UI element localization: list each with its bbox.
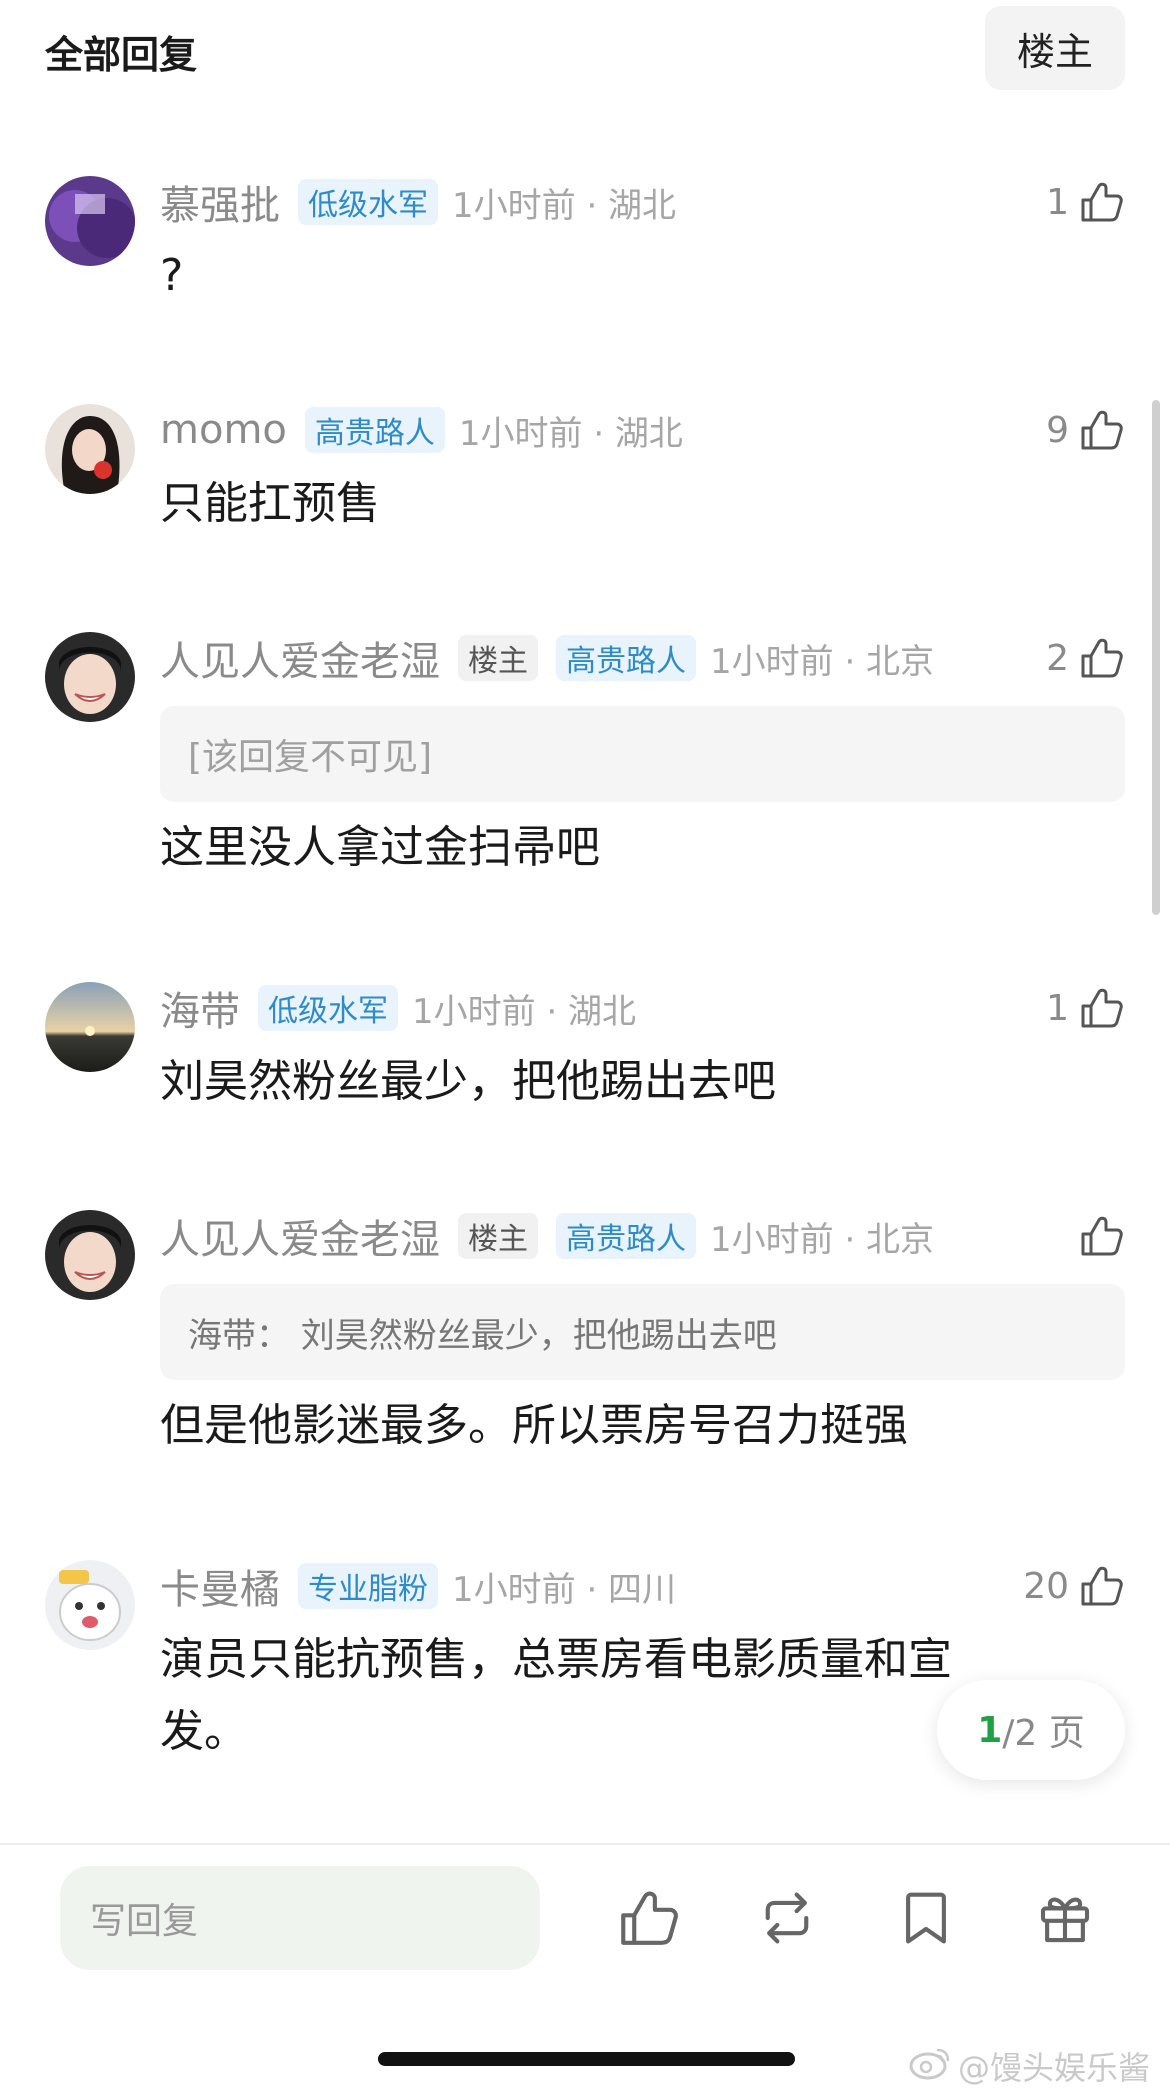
avatar[interactable]	[45, 1560, 135, 1650]
gift-button[interactable]	[1027, 1880, 1103, 1956]
weibo-logo-icon	[908, 2044, 958, 2088]
like-action-button[interactable]	[610, 1880, 686, 1956]
reply-input[interactable]: 写回复	[60, 1866, 540, 1970]
username[interactable]: 人见人爱金老湿	[160, 1207, 440, 1265]
owner-filter-button[interactable]: 楼主	[985, 6, 1125, 90]
like-button[interactable]: 1	[1046, 978, 1125, 1038]
like-count: 20	[1023, 1565, 1069, 1607]
comment-text-line: 演员只能抗预售，总票房看电影质量和宣	[160, 1634, 952, 1685]
username[interactable]: 卡曼橘	[160, 1557, 280, 1615]
like-count: 1	[1046, 181, 1069, 223]
user-badge: 专业脂粉	[298, 1563, 438, 1609]
scrollbar[interactable]	[1152, 400, 1160, 915]
comment-meta: 人见人爱金老湿 楼主 高贵路人 1小时前 · 北京	[160, 628, 934, 688]
avatar[interactable]	[45, 982, 135, 1072]
thumbs-up-icon	[1077, 178, 1125, 226]
thumbs-up-icon	[1077, 1212, 1125, 1260]
bookmark-icon	[893, 1885, 959, 1951]
like-count: 9	[1046, 409, 1069, 451]
header: 全部回复 楼主	[0, 0, 1170, 110]
thumbs-up-icon	[1077, 984, 1125, 1032]
avatar[interactable]	[45, 632, 135, 722]
like-button[interactable]: 9	[1046, 400, 1125, 460]
quoted-reply-text: [该回复不可见]	[188, 737, 433, 778]
home-indicator	[378, 2052, 795, 2066]
page-indicator[interactable]: 1 /2 页	[937, 1680, 1125, 1780]
repost-button[interactable]	[749, 1880, 825, 1956]
quoted-reply[interactable]: 海带： 刘昊然粉丝最少，把他踢出去吧	[160, 1284, 1125, 1380]
thumbs-up-icon	[1077, 406, 1125, 454]
comment-meta: momo 高贵路人 1小时前 · 湖北	[160, 400, 683, 460]
watermark-text: @馒头娱乐酱	[957, 2049, 1150, 2087]
comment-text: ?	[160, 250, 184, 301]
comment-meta: 慕强批 低级水军 1小时前 · 湖北	[160, 172, 676, 232]
thumbs-up-icon	[1077, 1562, 1125, 1610]
repost-icon	[754, 1885, 820, 1951]
bookmark-button[interactable]	[888, 1880, 964, 1956]
page-title: 全部回复	[45, 33, 198, 77]
avatar[interactable]	[45, 404, 135, 494]
timestamp-location: 1小时前 · 湖北	[412, 991, 637, 1032]
user-badge: 高贵路人	[556, 1213, 696, 1259]
like-button[interactable]	[1069, 1206, 1125, 1266]
timestamp-location: 1小时前 · 湖北	[452, 185, 677, 226]
comment-text: 演员只能抗预售，总票房看电影质量和宣 发。	[160, 1624, 952, 1768]
comment-text: 只能扛预售	[160, 478, 380, 529]
avatar[interactable]	[45, 1210, 135, 1300]
comment-text-line: 发。	[160, 1706, 248, 1757]
timestamp-location: 1小时前 · 北京	[710, 1219, 935, 1260]
owner-badge: 楼主	[458, 1213, 538, 1259]
timestamp-location: 1小时前 · 湖北	[458, 413, 683, 454]
like-button[interactable]: 1	[1046, 172, 1125, 232]
like-count: 2	[1046, 637, 1069, 679]
username[interactable]: 慕强批	[160, 173, 280, 231]
comment-meta: 人见人爱金老湿 楼主 高贵路人 1小时前 · 北京	[160, 1206, 934, 1266]
current-page: 1	[977, 1709, 1003, 1751]
comment-text: 这里没人拿过金扫帚吧	[160, 822, 600, 873]
gift-icon	[1032, 1885, 1098, 1951]
like-button[interactable]: 20	[1023, 1556, 1125, 1616]
user-badge: 低级水军	[298, 179, 438, 225]
user-badge: 高贵路人	[556, 635, 696, 681]
divider	[0, 1843, 1170, 1845]
avatar[interactable]	[45, 176, 135, 266]
owner-badge: 楼主	[458, 635, 538, 681]
quoted-reply[interactable]: [该回复不可见]	[160, 706, 1125, 802]
user-badge: 高贵路人	[304, 407, 445, 453]
username[interactable]: 海带	[160, 979, 240, 1037]
comment-meta: 海带 低级水军 1小时前 · 湖北	[160, 978, 636, 1038]
comment-meta: 卡曼橘 专业脂粉 1小时前 · 四川	[160, 1556, 676, 1616]
username[interactable]: momo	[160, 407, 287, 453]
thumbs-up-icon	[1077, 634, 1125, 682]
thumbs-up-icon	[615, 1885, 681, 1951]
username[interactable]: 人见人爱金老湿	[160, 629, 440, 687]
comment-text: 但是他影迷最多。所以票房号召力挺强	[160, 1400, 908, 1451]
comment-text: 刘昊然粉丝最少，把他踢出去吧	[160, 1056, 776, 1107]
user-badge: 低级水军	[258, 985, 398, 1031]
quoted-reply-text: 海带： 刘昊然粉丝最少，把他踢出去吧	[188, 1315, 777, 1356]
total-pages: /2 页	[1002, 1713, 1085, 1754]
watermark: @馒头娱乐酱	[908, 2043, 1150, 2089]
timestamp-location: 1小时前 · 四川	[452, 1569, 677, 1610]
timestamp-location: 1小时前 · 北京	[710, 641, 935, 682]
like-button[interactable]: 2	[1046, 628, 1125, 688]
like-count: 1	[1046, 987, 1069, 1029]
